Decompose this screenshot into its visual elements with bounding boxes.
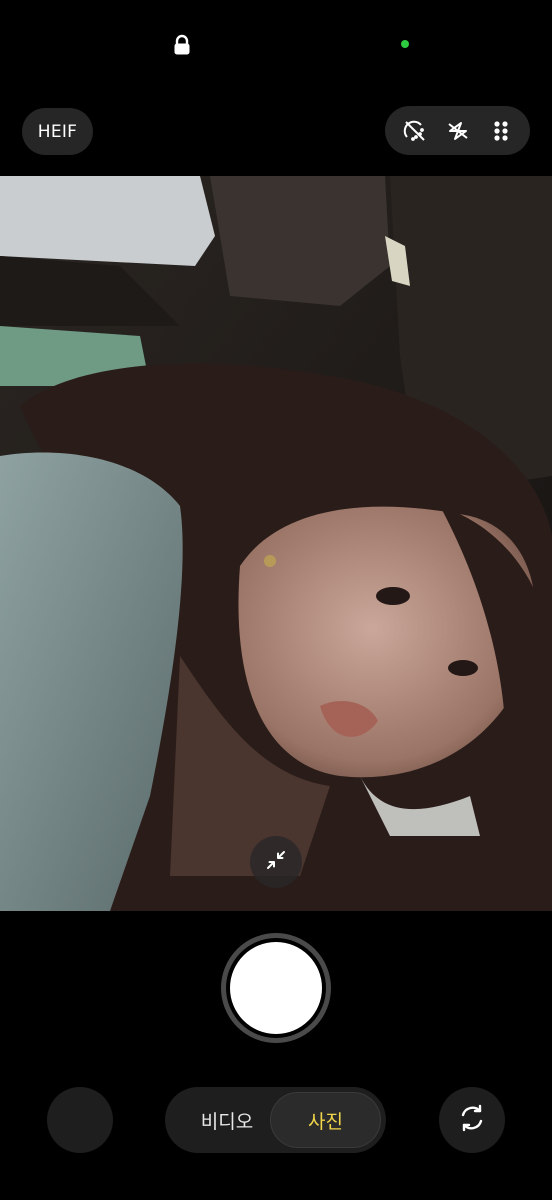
status-bar — [0, 0, 552, 90]
format-toggle-button[interactable]: HEIF — [22, 108, 93, 155]
collapse-preview-button[interactable] — [250, 836, 302, 888]
mode-switch: 비디오 사진 — [165, 1087, 386, 1153]
preview-image — [0, 176, 552, 911]
mode-video[interactable]: 비디오 — [177, 1087, 277, 1153]
flip-camera-icon — [456, 1102, 488, 1138]
flip-camera-button[interactable] — [439, 1087, 505, 1153]
shutter-button[interactable] — [221, 933, 331, 1043]
filter-off-icon[interactable] — [400, 116, 430, 146]
flash-off-icon[interactable] — [443, 116, 473, 146]
gallery-thumbnail[interactable] — [47, 1087, 113, 1153]
more-grid-icon[interactable] — [486, 116, 516, 146]
shutter-inner — [230, 942, 322, 1034]
mode-photo[interactable]: 사진 — [270, 1092, 381, 1148]
mode-photo-label: 사진 — [308, 1110, 343, 1133]
camera-in-use-indicator — [401, 40, 409, 48]
lock-icon — [173, 34, 191, 56]
collapse-arrows-icon — [265, 849, 287, 875]
camera-viewfinder[interactable] — [0, 176, 552, 911]
format-label: HEIF — [37, 121, 78, 142]
camera-toolbar — [385, 106, 530, 155]
mode-video-label: 비디오 — [200, 1110, 254, 1133]
